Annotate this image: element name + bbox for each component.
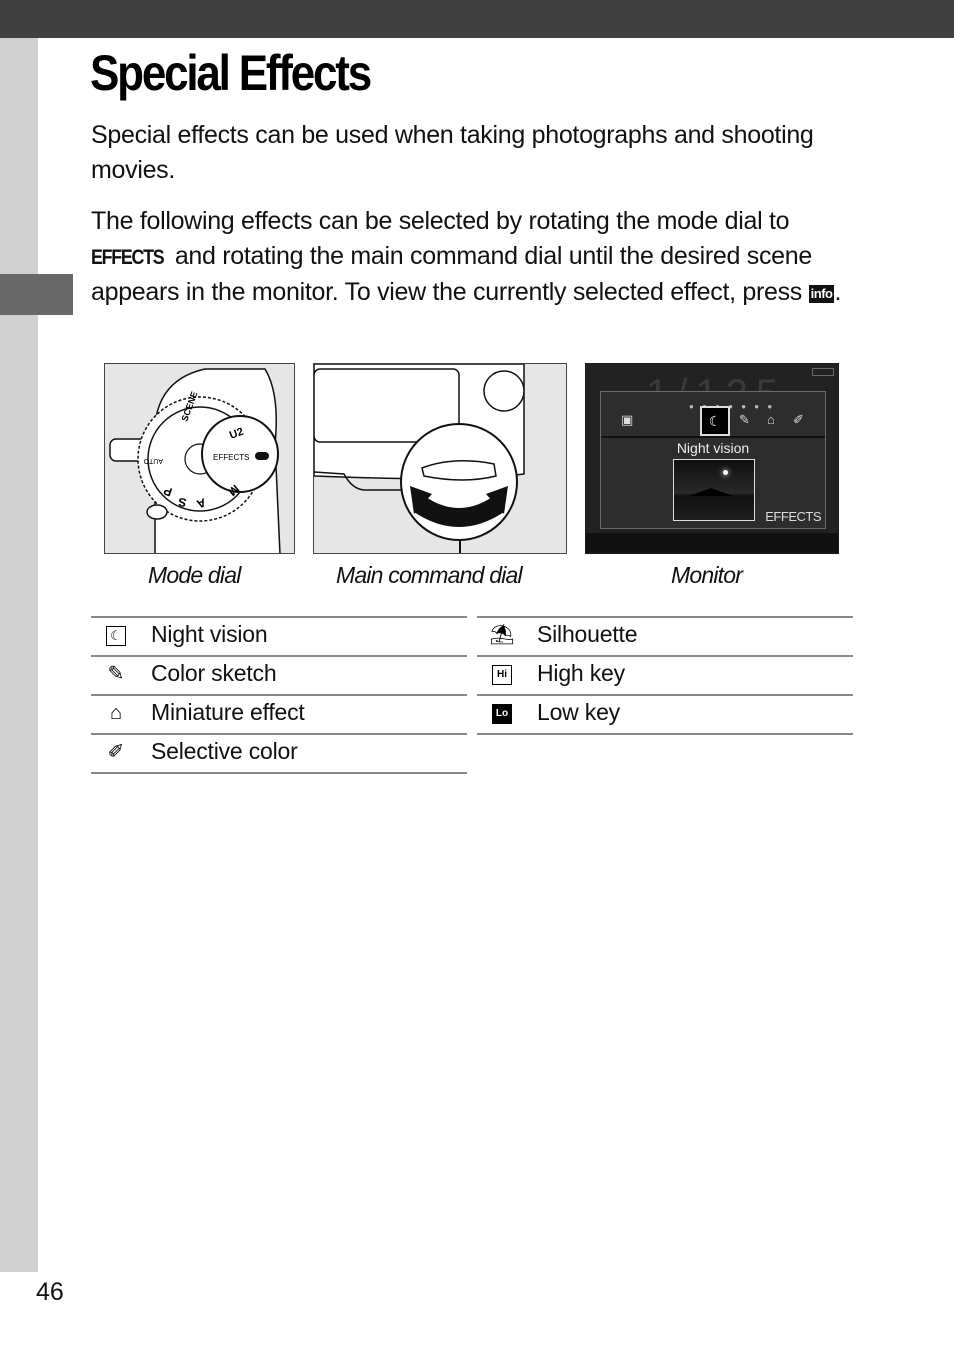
effect-preview-thumbnail [673,459,755,521]
page-header-bar [0,0,954,38]
moon-glow [723,470,728,475]
instructions-text-1: The following effects can be selected by… [91,207,790,235]
miniature-effect-icon: ⌂ [767,412,775,427]
low-key-icon: ▣ [621,412,634,427]
silhouette-icon: ⛱ [489,624,515,646]
selective-color-icon: ✐ [793,412,804,427]
caption-monitor: Monitor [671,562,743,588]
high-key-icon: Hi [489,661,515,687]
side-margin-strip [0,38,38,1272]
command-dial-drawing [314,364,566,553]
effect-label: Selective color [151,738,298,764]
mode-dial-drawing: AUTO SCENE P S A EFFECTS U2 M [105,364,294,553]
effects-icon-row: ● ● ● ● ● ● ● ▣ ☾ ✎ ⌂ ✐ [601,400,825,438]
svg-text:AUTO: AUTO [143,457,163,464]
effect-label: High key [537,660,625,686]
color-sketch-icon: ✎ [739,412,750,427]
effect-label: Miniature effect [151,699,305,725]
instructions-paragraph: The following effects can be selected by… [91,204,861,310]
effects-table-left: ☾ Night vision ✎ Color sketch ⌂ Miniatur… [91,616,467,774]
instructions-text-3: . [834,278,842,306]
effect-label: Color sketch [151,660,277,686]
info-button-icon: info [808,285,835,303]
effect-row-low-key: Lo Low key [477,696,853,735]
effect-row-night-vision: ☾ Night vision [91,618,467,657]
effect-row-miniature-effect: ⌂ Miniature effect [91,696,467,735]
mode-dial-illustration: AUTO SCENE P S A EFFECTS U2 M [104,363,295,554]
caption-mode-dial: Mode dial [148,562,241,588]
mountain-silhouette [689,488,733,496]
intro-paragraph: Special effects can be used when taking … [91,121,814,184]
low-key-icon: Lo [489,700,515,726]
page-title: Special Effects [90,45,372,101]
chapter-tab-marker [0,274,73,315]
selective-color-icon: ✐ [107,741,125,763]
effect-label: Low key [537,699,620,725]
monitor-illustration: 1/125 5.6 ● ● ● ● ● ● ● ▣ ☾ ✎ ⌂ ✐ Night … [585,363,839,554]
effects-selection-popup: ● ● ● ● ● ● ● ▣ ☾ ✎ ⌂ ✐ Night vision EFF… [600,391,826,529]
effects-mode-tag: EFFECTS [765,509,821,524]
monitor-bottom-bar [586,533,838,553]
dial-label-effects: EFFECTS [213,453,249,462]
night-vision-icon: ☾ [103,622,129,648]
page-number: 46 [36,1278,64,1306]
low-key-glyph: Lo [492,703,512,724]
night-vision-icon: ☾ [700,406,730,436]
caption-main-command-dial: Main command dial [336,562,523,588]
instructions-text-2: and rotating the main command dial until… [91,241,812,307]
effect-row-silhouette: ⛱ Silhouette [477,618,853,657]
miniature-effect-icon: ⌂ [109,702,123,724]
effect-row-color-sketch: ✎ Color sketch [91,657,467,696]
effect-label: Silhouette [537,621,638,647]
effect-label: Night vision [151,621,268,647]
high-key-glyph: Hi [492,664,512,685]
main-command-dial-illustration [313,363,567,554]
effects-table-right: ⛱ Silhouette Hi High key Lo Low key [477,616,853,735]
color-sketch-icon: ✎ [107,663,125,685]
effects-mode-icon: EFFECTS [91,245,165,269]
selected-effect-name: Night vision [676,440,750,456]
effect-row-selective-color: ✐ Selective color [91,735,467,774]
effect-row-high-key: Hi High key [477,657,853,696]
